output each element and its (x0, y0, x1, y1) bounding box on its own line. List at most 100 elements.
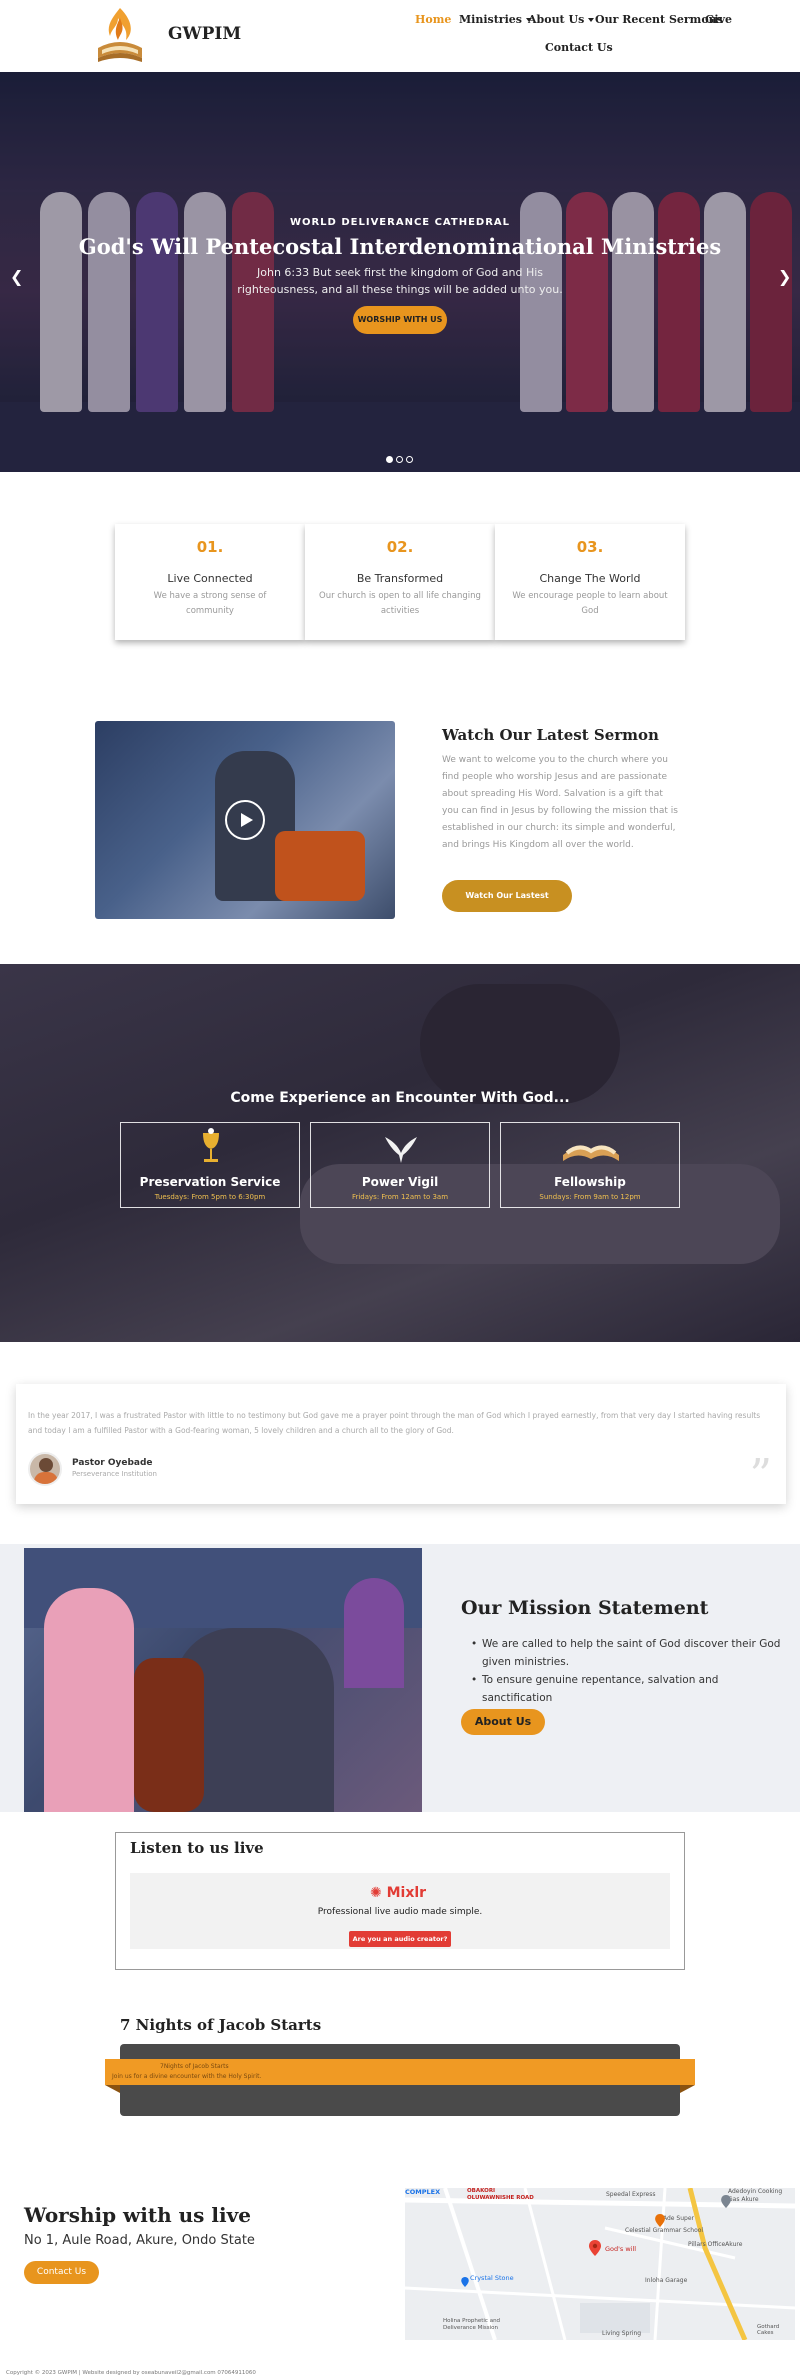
bible-icon (561, 1127, 621, 1167)
nav-give[interactable]: Give (705, 13, 732, 26)
dove-icon (381, 1127, 421, 1167)
feature-number: 03. (576, 538, 604, 556)
worship-title: Worship with us live (24, 2203, 251, 2227)
map-label: God's will (605, 2245, 637, 2253)
mixlr-logo-text: Mixlr (386, 1885, 427, 1901)
feature-card: 03. Change The World We encourage people… (495, 524, 685, 640)
audio-creator-button[interactable]: Are you an audio creator? (349, 1931, 451, 1947)
map-label: Pillars OfficeAkure (688, 2241, 743, 2248)
avatar (28, 1452, 62, 1486)
service-name: Power Vigil (361, 1175, 439, 1189)
map-label: Speedal Express (606, 2191, 656, 2198)
avatar-body (34, 1472, 58, 1484)
site-header: GWPIM Home Ministries About Us Our Recen… (0, 0, 800, 72)
testimonial-role: Perseverance Institution (72, 1470, 157, 1478)
ribbon-fold-left (105, 2085, 120, 2093)
encounter-section: Come Experience an Encounter With God...… (0, 964, 800, 1342)
play-icon[interactable] (225, 800, 265, 840)
worship-with-us-button[interactable]: WORSHIP WITH US (353, 306, 447, 334)
map-label: Holina Prophetic and Deliverance Mission (443, 2318, 501, 2331)
nav-ministries[interactable]: Ministries (459, 13, 532, 26)
feature-number: 02. (386, 538, 414, 556)
mission-photo (24, 1548, 422, 1812)
testimonial-card: In the year 2017, I was a frustrated Pas… (16, 1384, 786, 1504)
prayer-figure (420, 984, 620, 1104)
service-time: Tuesdays: From 5pm to 6:30pm (154, 1193, 266, 1201)
listen-live-box: Listen to us live ✺ Mixlr Professional l… (115, 1832, 685, 1970)
hero-subtitle: WORLD DELIVERANCE CATHEDRAL (289, 217, 511, 228)
event-ribbon-text: Join us for a divine encounter with the … (112, 2073, 262, 2080)
chevron-down-icon (588, 18, 595, 22)
service-card: Preservation Service Tuesdays: From 5pm … (120, 1122, 300, 1208)
nav-ministries-label: Ministries (459, 13, 522, 26)
slider-dot[interactable] (406, 456, 413, 463)
feature-desc: Our church is open to all life changing … (319, 591, 481, 616)
service-card: Power Vigil Fridays: From 12am to 3am (310, 1122, 490, 1208)
mission-list: We are called to help the saint of God d… (471, 1635, 781, 1707)
map-label: Ade Super (663, 2215, 694, 2222)
chair-shape (134, 1658, 204, 1812)
footer-copyright: Copyright © 2023 GWPIM | Website designe… (6, 2370, 256, 2376)
mission-section: Our Mission Statement We are called to h… (0, 1544, 800, 1812)
about-us-button[interactable]: About Us (461, 1709, 545, 1735)
feature-desc: We encourage people to learn about God (512, 591, 668, 616)
nav-about-label: About Us (528, 13, 585, 26)
hero-title: God's Will Pentecostal Interdenomination… (78, 234, 722, 259)
map-label: Living Spring (602, 2330, 642, 2337)
slider-dot[interactable] (396, 456, 403, 463)
feature-card: 01. Live Connected We have a strong sens… (115, 524, 305, 640)
service-time: Fridays: From 12am to 3am (351, 1193, 449, 1201)
mixlr-logo[interactable]: ✺ Mixlr (370, 1885, 426, 1901)
sermon-text: We want to welcome you to the church whe… (442, 755, 678, 850)
slider-prev-icon[interactable]: ❮ (10, 267, 23, 286)
ribbon-fold-right (680, 2085, 695, 2093)
map-label: COMPLEX (405, 2188, 441, 2196)
location-map[interactable]: COMPLEX OBAKORI OLUWAWNISHE ROAD Speedal… (405, 2188, 795, 2340)
service-time: Sundays: From 9am to 12pm (539, 1193, 641, 1201)
mixlr-embed[interactable]: ✺ Mixlr Professional live audio made sim… (130, 1873, 670, 1949)
service-name: Preservation Service (139, 1175, 281, 1189)
mission-item: To ensure genuine repentance, salvation … (471, 1671, 781, 1707)
contact-us-button[interactable]: Contact Us (24, 2261, 99, 2284)
hero-verse: John 6:33 But seek first the kingdom of … (237, 266, 563, 296)
woman-figure (44, 1588, 134, 1812)
feature-number: 01. (196, 538, 224, 556)
map-pin-icon (655, 2212, 665, 2227)
map-label: OBAKORI OLUWAWNISHE ROAD (467, 2188, 534, 2201)
feature-card: 02. Be Transformed Our church is open to… (305, 524, 495, 640)
sermon-video-thumbnail[interactable] (95, 721, 395, 919)
service-name: Fellowship (554, 1175, 626, 1189)
nav-contact[interactable]: Contact Us (545, 41, 613, 54)
nav-about[interactable]: About Us (528, 13, 595, 26)
brand-name[interactable]: GWPIM (168, 24, 241, 44)
quote-icon: ” (749, 1450, 773, 1501)
map-pin-icon (721, 2193, 731, 2208)
encounter-title: Come Experience an Encounter With God... (230, 1090, 570, 1106)
feature-desc: We have a strong sense of community (153, 591, 267, 616)
sermon-title: Watch Our Latest Sermon (442, 726, 659, 744)
slider-dot-active[interactable] (386, 456, 393, 463)
worship-address: No 1, Aule Road, Akure, Ondo State (24, 2233, 255, 2248)
listen-title: Listen to us live (130, 1839, 264, 1857)
hero-slider: WORLD DELIVERANCE CATHEDRAL God's Will P… (0, 72, 800, 472)
church-logo[interactable] (92, 4, 148, 66)
testimonial-name: Pastor Oyebade (72, 1458, 153, 1468)
mixlr-dots-icon: ✺ (370, 1885, 387, 1901)
testimonial-text: In the year 2017, I was a frustrated Pas… (28, 1411, 761, 1435)
slider-next-icon[interactable]: ❯ (778, 267, 791, 286)
event-ribbon-title: 7Nights of Jacob Starts (160, 2063, 229, 2070)
mixlr-tagline: Professional live audio made simple. (317, 1907, 483, 1917)
mission-title: Our Mission Statement (461, 1597, 709, 1619)
nav-home[interactable]: Home (415, 13, 451, 26)
person-figure (344, 1578, 404, 1688)
map-label: Inloha Garage (645, 2277, 688, 2284)
nav-sermons[interactable]: Our Recent Sermons (595, 13, 723, 26)
map-label: Celestial Grammar School (625, 2227, 704, 2234)
watch-messages-button[interactable]: Watch Our Lastest Messages (442, 880, 572, 932)
feature-title: Change The World (539, 572, 641, 585)
map-label: Adedoyin Cooking Gas Akure (728, 2188, 783, 2203)
event-title: 7 Nights of Jacob Starts (120, 2016, 322, 2034)
service-card: Fellowship Sundays: From 9am to 12pm (500, 1122, 680, 1208)
map-pin-icon[interactable] (589, 2240, 601, 2256)
feature-title: Live Connected (167, 572, 253, 585)
